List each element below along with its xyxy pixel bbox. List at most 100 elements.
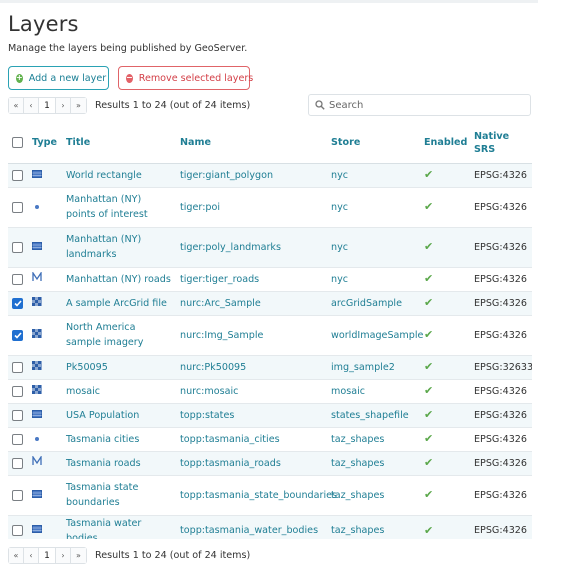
row-select-checkbox[interactable] bbox=[12, 201, 23, 213]
row-select-checkbox[interactable] bbox=[12, 273, 23, 285]
store-link[interactable]: taz_shapes bbox=[331, 490, 384, 501]
row-select-checkbox[interactable] bbox=[12, 489, 23, 501]
layer-name-link[interactable]: tiger:poi bbox=[180, 202, 220, 213]
native-srs: EPSG:4326 bbox=[474, 297, 528, 309]
layer-name-link[interactable]: topp:tasmania_state_boundaries bbox=[180, 490, 337, 501]
store-link[interactable]: nyc bbox=[331, 242, 348, 253]
store-link[interactable]: taz_shapes bbox=[331, 434, 384, 445]
store-link[interactable]: mosaic bbox=[331, 386, 365, 397]
row-select-checkbox[interactable] bbox=[12, 457, 23, 469]
raster-icon bbox=[32, 360, 42, 370]
layer-title-link[interactable]: North America sample imagery bbox=[66, 322, 143, 348]
enabled-check-icon: ✔ bbox=[424, 360, 434, 373]
table-row: mosaic nurc:mosaic mosaic ✔ EPSG:4326 bbox=[8, 379, 532, 403]
search-input[interactable] bbox=[329, 99, 519, 111]
layer-title-link[interactable]: Tasmania state boundaries bbox=[66, 482, 138, 508]
column-store[interactable]: Store bbox=[331, 123, 424, 164]
native-srs: EPSG:4326 bbox=[474, 457, 528, 469]
prev-page-button[interactable]: ‹ bbox=[24, 98, 39, 113]
row-select-checkbox[interactable] bbox=[12, 525, 23, 536]
native-srs: EPSG:4326 bbox=[474, 273, 528, 285]
results-count: Results 1 to 24 (out of 24 items) bbox=[95, 550, 251, 561]
enabled-check-icon: ✔ bbox=[424, 432, 434, 445]
row-select-checkbox[interactable] bbox=[12, 169, 23, 181]
search-box[interactable] bbox=[308, 94, 531, 116]
layer-name-link[interactable]: nurc:Pk50095 bbox=[180, 362, 246, 373]
table-row: World rectangle tiger:giant_polygon nyc ✔ EP… bbox=[8, 163, 532, 187]
enabled-check-icon: ✔ bbox=[424, 200, 434, 213]
row-select-checkbox[interactable] bbox=[12, 297, 23, 309]
layer-title-link[interactable]: Pk50095 bbox=[66, 362, 108, 373]
row-select-checkbox[interactable] bbox=[12, 241, 23, 253]
next-page-button[interactable]: › bbox=[56, 98, 71, 113]
select-all-checkbox[interactable] bbox=[12, 137, 23, 149]
remove-layers-label: Remove selected layers bbox=[138, 72, 254, 84]
point-icon bbox=[32, 434, 42, 444]
layer-name-link[interactable]: nurc:Img_Sample bbox=[180, 330, 263, 341]
layer-name-link[interactable]: topp:tasmania_water_bodies bbox=[180, 525, 318, 536]
store-link[interactable]: nyc bbox=[331, 274, 348, 285]
row-select-checkbox[interactable] bbox=[12, 361, 23, 373]
first-page-button[interactable]: « bbox=[9, 548, 24, 563]
column-type[interactable]: Type bbox=[32, 123, 66, 164]
pager-top: « ‹ 1 › » Results 1 to 24 (out of 24 ite… bbox=[8, 97, 250, 114]
layer-title-link[interactable]: Tasmania cities bbox=[66, 434, 139, 445]
store-link[interactable]: states_shapefile bbox=[331, 410, 409, 421]
raster-icon bbox=[32, 328, 42, 338]
layer-name-link[interactable]: topp:states bbox=[180, 410, 234, 421]
table-row: A sample ArcGrid file nurc:Arc_Sample arcG… bbox=[8, 291, 532, 315]
remove-layers-button[interactable]: − Remove selected layers bbox=[118, 66, 253, 90]
layer-title-link[interactable]: Manhattan (NY) roads bbox=[66, 274, 171, 285]
row-select-checkbox[interactable] bbox=[12, 433, 23, 445]
first-page-button[interactable]: « bbox=[9, 98, 24, 113]
row-select-checkbox[interactable] bbox=[12, 409, 23, 421]
prev-page-button[interactable]: ‹ bbox=[24, 548, 39, 563]
last-page-button[interactable]: » bbox=[71, 98, 86, 113]
enabled-check-icon: ✔ bbox=[424, 240, 434, 253]
native-srs: EPSG:4326 bbox=[474, 433, 528, 445]
layer-title-link[interactable]: Manhattan (NY) landmarks bbox=[66, 234, 141, 260]
layer-title-link[interactable]: Tasmania roads bbox=[66, 458, 141, 469]
layer-title-link[interactable]: Tasmania water bodies bbox=[66, 518, 141, 540]
next-page-button[interactable]: › bbox=[56, 548, 71, 563]
layers-table: Type Title Name Store Enabled Native SRS… bbox=[8, 123, 532, 539]
store-link[interactable]: worldImageSample bbox=[331, 330, 423, 341]
store-link[interactable]: taz_shapes bbox=[331, 458, 384, 469]
store-link[interactable]: arcGridSample bbox=[331, 298, 402, 309]
add-layer-button[interactable]: + Add a new layer bbox=[8, 66, 109, 90]
last-page-button[interactable]: » bbox=[71, 548, 86, 563]
row-select-checkbox[interactable] bbox=[12, 329, 23, 341]
layer-name-link[interactable]: tiger:tiger_roads bbox=[180, 274, 259, 285]
column-native-srs[interactable]: Native SRS bbox=[474, 123, 532, 164]
table-row: Tasmania state boundaries topp:tasmania_s… bbox=[8, 475, 532, 515]
enabled-check-icon: ✔ bbox=[424, 456, 434, 469]
column-enabled[interactable]: Enabled bbox=[424, 123, 474, 164]
layer-name-link[interactable]: tiger:giant_polygon bbox=[180, 170, 273, 181]
enabled-check-icon: ✔ bbox=[424, 168, 434, 181]
layer-name-link[interactable]: topp:tasmania_roads bbox=[180, 458, 281, 469]
table-row: USA Population topp:states states_shapefil… bbox=[8, 403, 532, 427]
column-name[interactable]: Name bbox=[180, 123, 331, 164]
store-link[interactable]: nyc bbox=[331, 170, 348, 181]
enabled-check-icon: ✔ bbox=[424, 296, 434, 309]
enabled-check-icon: ✔ bbox=[424, 384, 434, 397]
native-srs: EPSG:4326 bbox=[474, 385, 528, 397]
layer-title-link[interactable]: World rectangle bbox=[66, 170, 142, 181]
store-link[interactable]: img_sample2 bbox=[331, 362, 395, 373]
store-link[interactable]: nyc bbox=[331, 202, 348, 213]
layer-title-link[interactable]: mosaic bbox=[66, 386, 100, 397]
layer-name-link[interactable]: tiger:poly_landmarks bbox=[180, 242, 281, 253]
layer-title-link[interactable]: USA Population bbox=[66, 410, 139, 421]
search-icon bbox=[315, 100, 325, 110]
layer-title-link[interactable]: Manhattan (NY) points of interest bbox=[66, 194, 148, 220]
layer-name-link[interactable]: nurc:Arc_Sample bbox=[180, 298, 261, 309]
page-number-button[interactable]: 1 bbox=[39, 98, 56, 113]
layer-title-link[interactable]: A sample ArcGrid file bbox=[66, 298, 167, 309]
layer-name-link[interactable]: nurc:mosaic bbox=[180, 386, 238, 397]
page-number-button[interactable]: 1 bbox=[39, 548, 56, 563]
column-title[interactable]: Title bbox=[66, 123, 180, 164]
row-select-checkbox[interactable] bbox=[12, 385, 23, 397]
store-link[interactable]: taz_shapes bbox=[331, 525, 384, 536]
results-count: Results 1 to 24 (out of 24 items) bbox=[95, 100, 251, 111]
layer-name-link[interactable]: topp:tasmania_cities bbox=[180, 434, 280, 445]
